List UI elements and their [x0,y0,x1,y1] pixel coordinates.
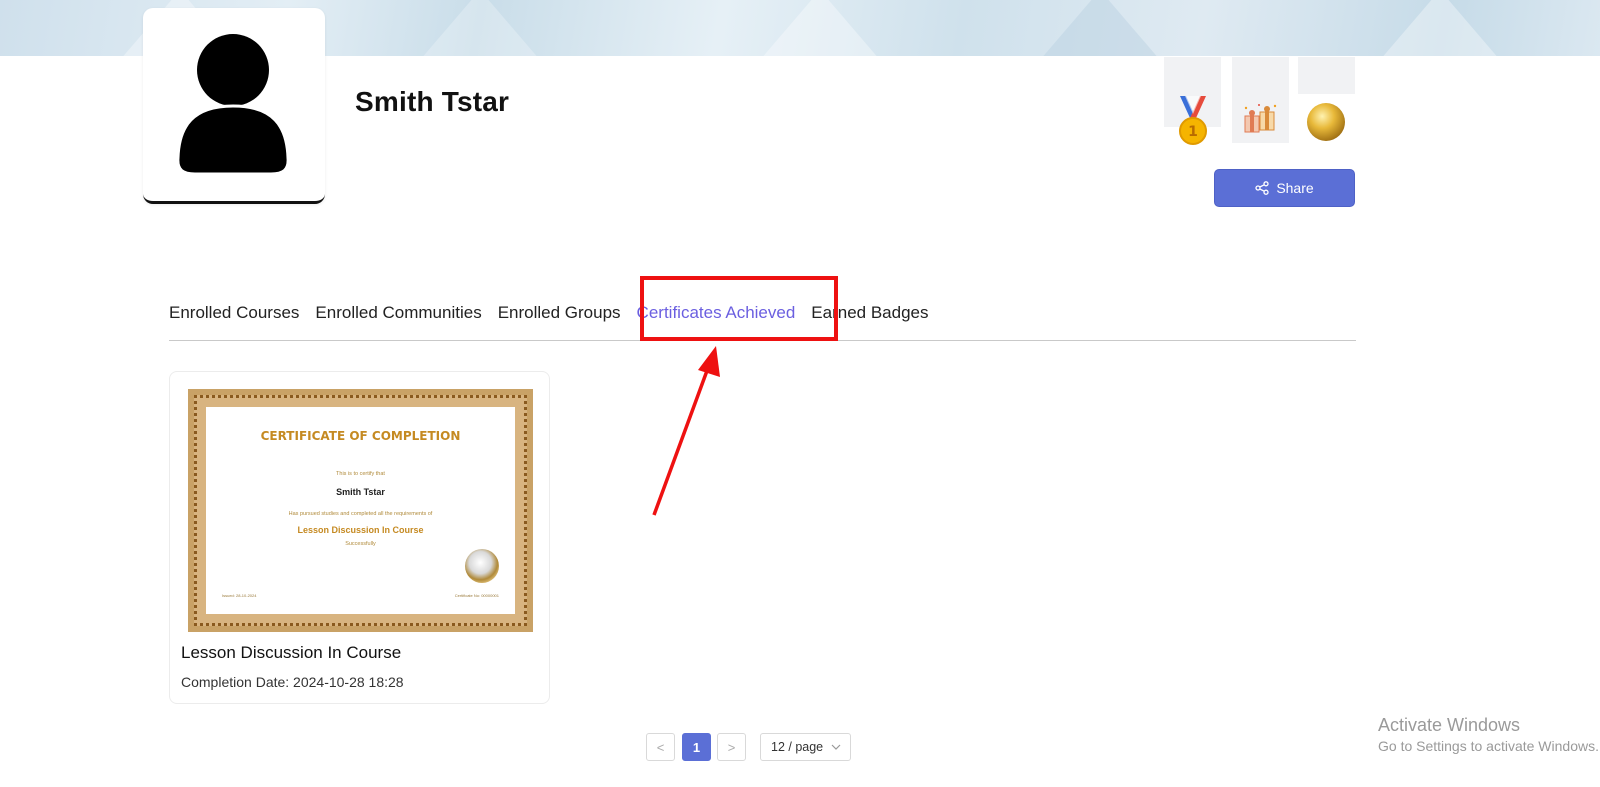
tab-enrolled-groups[interactable]: Enrolled Groups [498,300,621,340]
user-silhouette-icon [176,34,290,176]
certificate-image[interactable]: CERTIFICATE OF COMPLETION This is to cer… [188,389,533,632]
pagination-prev-button[interactable]: < [646,733,675,761]
profile-name: Smith Tstar [355,86,510,117]
certificate-number: Certificate No: 00000001 [454,593,499,598]
certificate-pursued-text: Has pursued studies and completed all th… [288,511,433,517]
avatar [143,8,325,204]
certificate-certify-text: This is to certify that [336,471,385,477]
gold-coin-icon[interactable] [1305,101,1347,143]
share-button-label: Share [1276,180,1314,196]
chevron-down-icon [831,744,841,750]
certificate-issued: Issued: 28-10-2024 [222,593,257,598]
pagination-next-button[interactable]: > [717,733,746,761]
certificate-seal-icon [465,549,499,583]
certificate-heading: CERTIFICATE OF COMPLETION [260,429,461,443]
windows-activation-watermark: Activate Windows Go to Settings to activ… [1378,715,1599,754]
medal-icon[interactable]: 1 [1174,94,1212,146]
annotation-arrow-icon [652,346,720,516]
tab-enrolled-courses[interactable]: Enrolled Courses [169,300,299,340]
certificate-completion-date: Completion Date: 2024-10-28 18:28 [181,674,404,690]
share-button[interactable]: Share [1214,169,1355,207]
certificate-course: Lesson Discussion In Course [297,525,424,535]
chevron-left-icon: < [656,739,665,755]
annotation-highlight-box [640,276,838,341]
certificate-title[interactable]: Lesson Discussion In Course [181,643,401,663]
certificate-successfully: Successfully [345,541,376,547]
gift-icon[interactable] [1241,102,1279,136]
page-size-select[interactable]: 12 / page [760,733,851,761]
pagination-page-1[interactable]: 1 [682,733,711,761]
certificate-card[interactable]: CERTIFICATE OF COMPLETION This is to cer… [169,371,550,704]
share-icon [1255,181,1269,195]
certificate-person: Smith Tstar [336,487,385,497]
tab-enrolled-communities[interactable]: Enrolled Communities [315,300,481,340]
badge-slot-3 [1298,57,1355,94]
chevron-right-icon: > [727,739,736,755]
watermark-line1: Activate Windows [1378,715,1521,735]
page-size-value: 12 / page [771,740,824,754]
svg-text:1: 1 [1188,124,1198,140]
watermark-line2: Go to Settings to activate Windows. [1378,738,1599,754]
